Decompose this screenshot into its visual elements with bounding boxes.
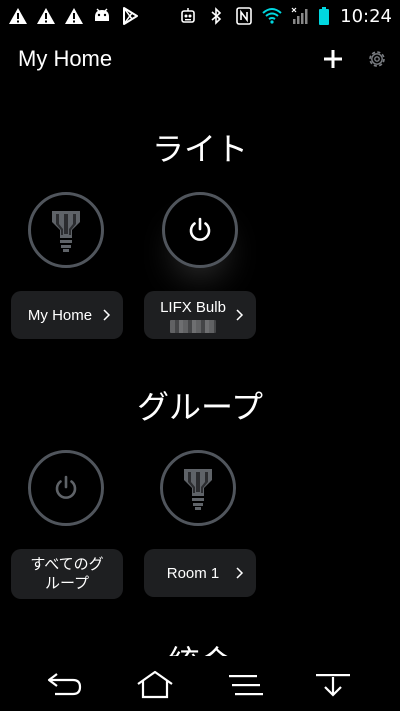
warning-icon [64, 6, 84, 26]
power-icon [55, 475, 77, 499]
bulb-icon [184, 469, 212, 510]
status-bar: 10:24 [0, 0, 400, 32]
app-header: My Home [0, 32, 400, 88]
group-pill-room-1[interactable]: Room 1 [144, 549, 256, 597]
chevron-right-icon [103, 309, 111, 321]
light-pill-lifx-bulb[interactable]: LIFX Bulb [144, 291, 256, 339]
group-label: Room 1 [166, 564, 220, 582]
chevron-right-icon [236, 567, 244, 579]
light-label: LIFX Bulb [160, 298, 226, 316]
bluetooth-icon [206, 6, 226, 26]
light-power-toggle[interactable] [162, 192, 238, 268]
power-icon [189, 217, 211, 241]
status-left-icons [8, 6, 140, 26]
menu-button[interactable] [225, 668, 265, 702]
signal-icon [290, 6, 310, 26]
light-tile-lifx-bulb: LIFX Bulb [144, 190, 256, 340]
light-label: My Home [27, 306, 93, 324]
group-toggle[interactable] [160, 450, 236, 526]
light-pill-my-home[interactable]: My Home [11, 291, 123, 339]
group-power-toggle[interactable] [28, 450, 104, 526]
add-button[interactable] [318, 44, 348, 74]
light-toggle[interactable] [28, 192, 104, 268]
plus-icon [324, 50, 342, 68]
settings-button[interactable] [364, 46, 390, 72]
status-time: 10:24 [340, 5, 392, 27]
group-pill-all-groups[interactable]: すべてのグ ループ [11, 549, 123, 599]
wifi-icon [262, 6, 282, 26]
group-tile-all-groups: すべてのグ ループ [11, 448, 123, 600]
status-right-icons: 10:24 [178, 6, 392, 27]
play-store-icon [120, 6, 140, 26]
group-tile-room-1: Room 1 [144, 448, 256, 600]
hide-keyboard-icon [316, 674, 350, 697]
robot-icon [178, 6, 198, 26]
back-button[interactable] [45, 668, 85, 702]
light-tile-my-home: My Home [11, 190, 123, 340]
group-label: すべてのグ ループ [30, 555, 104, 592]
nfc-icon [234, 6, 254, 26]
screen: 10:24 My Home ライト My Home LIFX Bulb グループ… [0, 0, 400, 711]
section-title-lights: ライト [151, 130, 248, 168]
section-title-groups: グループ [136, 388, 264, 426]
redacted-text [170, 319, 216, 333]
bulb-icon [52, 211, 80, 252]
warning-icon [36, 6, 56, 26]
home-button[interactable] [135, 668, 175, 702]
gear-icon [369, 51, 385, 67]
warning-icon [8, 6, 28, 26]
battery-icon [318, 6, 330, 26]
hide-keyboard-button[interactable] [313, 668, 353, 702]
page-title: My Home [18, 46, 113, 71]
home-icon [137, 670, 173, 699]
back-icon [47, 673, 82, 696]
android-icon [92, 6, 112, 26]
chevron-right-icon [236, 309, 244, 321]
menu-icon [229, 675, 263, 696]
light-label-group: LIFX Bulb [160, 298, 226, 333]
navigation-bar [0, 656, 400, 711]
